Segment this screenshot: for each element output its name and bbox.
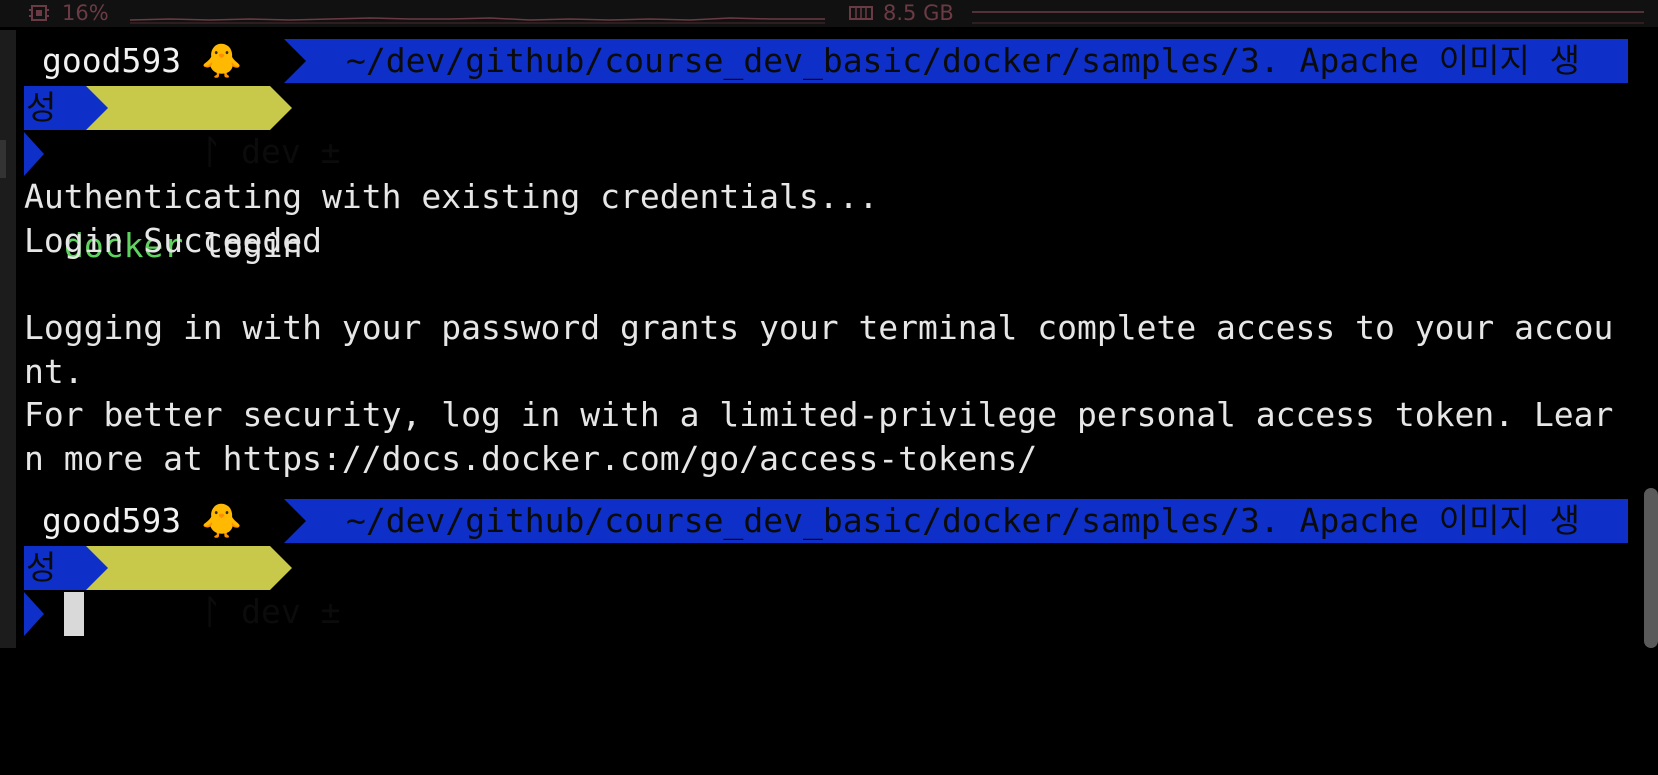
git-branch-name: dev ± — [241, 132, 341, 171]
memory-icon — [849, 6, 873, 20]
prompt-line-continued: 성 ᛚ dev ± — [24, 545, 341, 631]
output-line: nt. — [24, 352, 84, 391]
segment-arrow-icon — [284, 39, 306, 83]
prompt-line: good593 🐥 ~/dev/github/course_dev_basic/… — [24, 38, 1628, 84]
prompt-username: good593 — [42, 41, 182, 80]
output-line: n more at https://docs.docker.com/go/acc… — [24, 439, 1038, 478]
cpu-usage-text: 16% — [62, 1, 109, 25]
git-branch-icon: ᛚ — [201, 592, 222, 631]
system-status-bar: 16% 8.5 GB — [0, 0, 1658, 27]
prompt-path: ~/dev/github/course_dev_basic/docker/sam… — [284, 39, 1628, 83]
output-line: Login Succeeded — [24, 221, 323, 260]
output-line: For better security, log in with a limit… — [24, 395, 1614, 434]
output-line: Logging in with your password grants you… — [24, 308, 1614, 347]
text-cursor — [64, 592, 84, 636]
chick-emoji-icon: 🐥 — [200, 41, 243, 80]
prompt-line: good593 🐥 ~/dev/github/course_dev_basic/… — [24, 498, 1628, 544]
cpu-chip-icon — [29, 5, 49, 21]
prompt-path-continued: 성 — [24, 86, 86, 130]
terminal-scrollbar[interactable] — [1644, 488, 1658, 648]
memory-usage-graph — [972, 11, 1644, 24]
segment-arrow-icon — [270, 86, 292, 130]
prompt-path: ~/dev/github/course_dev_basic/docker/sam… — [284, 499, 1628, 543]
prompt-path-continued: 성 — [24, 546, 86, 590]
segment-arrow-icon — [86, 546, 108, 590]
segment-arrow-icon — [284, 499, 306, 543]
memory-usage-text: 8.5 GB — [883, 1, 954, 25]
git-status-segment: ᛚ dev ± — [86, 86, 341, 171]
segment-arrow-icon — [270, 546, 292, 590]
git-branch-icon: ᛚ — [201, 132, 222, 171]
prompt-user: good593 🐥 — [42, 39, 242, 83]
chick-emoji-icon: 🐥 — [200, 501, 243, 540]
git-status-segment: ᛚ dev ± — [86, 546, 341, 631]
chevron-right-icon — [24, 592, 44, 636]
active-prompt-line[interactable] — [24, 591, 64, 637]
segment-arrow-icon — [86, 86, 108, 130]
cpu-usage-graph — [130, 17, 825, 24]
prompt-user: good593 🐥 — [42, 499, 242, 543]
command-line: docker login — [24, 131, 302, 265]
git-branch-name: dev ± — [241, 592, 341, 631]
gutter-marker — [0, 140, 6, 178]
chevron-right-icon — [24, 132, 44, 176]
prompt-line-continued: 성 ᛚ dev ± — [24, 85, 341, 171]
output-line: Authenticating with existing credentials… — [24, 177, 879, 216]
prompt-username: good593 — [42, 501, 182, 540]
